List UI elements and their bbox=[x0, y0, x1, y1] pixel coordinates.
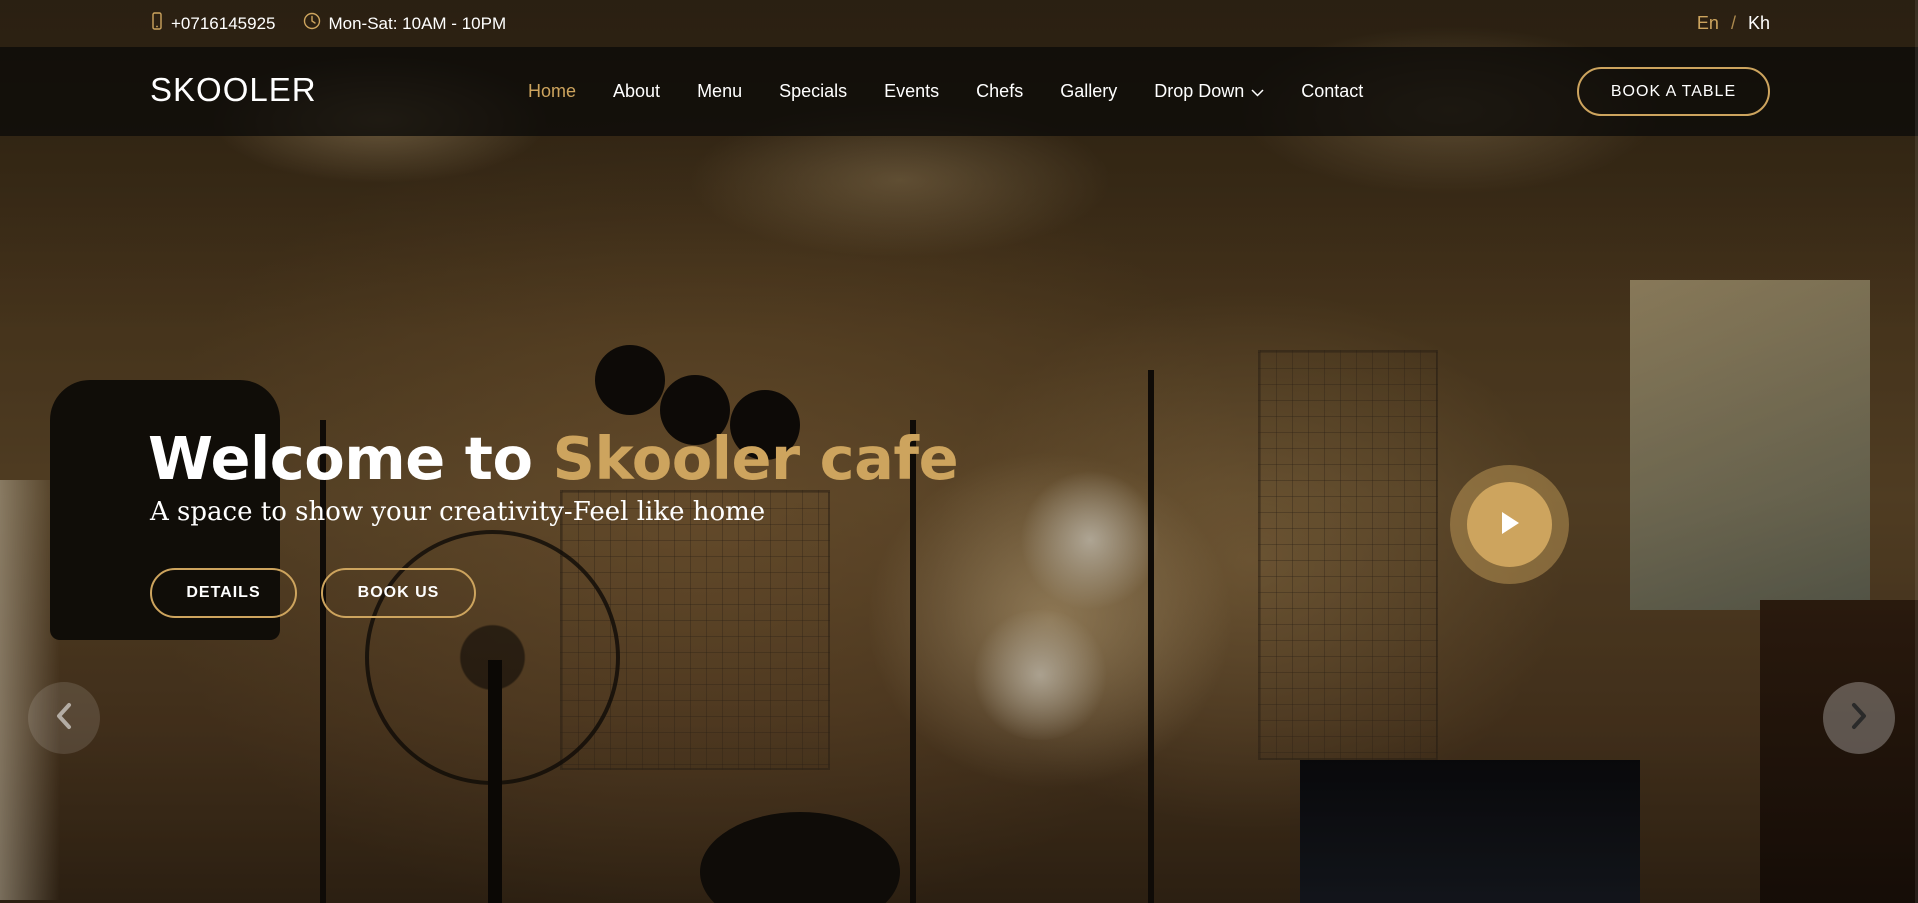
chevron-right-icon bbox=[1850, 702, 1868, 734]
nav-home[interactable]: Home bbox=[528, 81, 576, 102]
headline-accent: Skooler cafe bbox=[552, 424, 959, 493]
top-bar: +0716145925 Mon-Sat: 10AM - 10PM En / Kh bbox=[0, 0, 1918, 47]
play-button-inner bbox=[1467, 482, 1552, 567]
site-logo[interactable]: SKOOLER bbox=[150, 71, 317, 109]
nav-gallery[interactable]: Gallery bbox=[1060, 81, 1117, 102]
hero-tagline: A space to show your creativity-Feel lik… bbox=[150, 497, 766, 527]
nav-about[interactable]: About bbox=[613, 81, 660, 102]
book-us-button[interactable]: BOOK US bbox=[321, 568, 476, 618]
nav-specials[interactable]: Specials bbox=[779, 81, 847, 102]
lang-kh[interactable]: Kh bbox=[1748, 13, 1770, 34]
hero-headline: Welcome to Skooler cafe bbox=[148, 424, 959, 493]
lang-separator: / bbox=[1730, 13, 1736, 33]
nav-dropdown-label: Drop Down bbox=[1154, 81, 1245, 101]
phone-info: +0716145925 bbox=[150, 12, 275, 35]
carousel-next-button[interactable] bbox=[1823, 682, 1895, 754]
chevron-left-icon bbox=[55, 702, 73, 734]
carousel-prev-button[interactable] bbox=[28, 682, 100, 754]
opening-hours: Mon-Sat: 10AM - 10PM bbox=[328, 13, 507, 33]
nav-chefs[interactable]: Chefs bbox=[976, 81, 1023, 102]
nav-contact[interactable]: Contact bbox=[1301, 81, 1363, 102]
hours-info: Mon-Sat: 10AM - 10PM bbox=[303, 12, 506, 35]
contact-info: +0716145925 Mon-Sat: 10AM - 10PM bbox=[150, 0, 534, 47]
chevron-down-icon bbox=[1251, 81, 1264, 102]
phone-number: +0716145925 bbox=[171, 13, 276, 33]
headline-start: Welcome to bbox=[148, 424, 553, 493]
mobile-phone-icon bbox=[150, 12, 171, 35]
book-a-table-button[interactable]: BOOK A TABLE bbox=[1577, 67, 1770, 116]
nav-menu[interactable]: Menu bbox=[697, 81, 742, 102]
play-icon bbox=[1499, 510, 1521, 540]
details-button[interactable]: DETAILS bbox=[150, 568, 297, 618]
site-header: SKOOLER Home About Menu Specials Events … bbox=[0, 47, 1918, 136]
clock-icon bbox=[303, 12, 328, 35]
nav-events[interactable]: Events bbox=[884, 81, 939, 102]
nav-dropdown[interactable]: Drop Down bbox=[1154, 81, 1264, 102]
play-video-button[interactable] bbox=[1450, 465, 1569, 584]
lang-en[interactable]: En bbox=[1697, 13, 1719, 34]
main-nav: Home About Menu Specials Events Chefs Ga… bbox=[528, 47, 1400, 136]
language-switcher: En / Kh bbox=[1697, 0, 1770, 47]
